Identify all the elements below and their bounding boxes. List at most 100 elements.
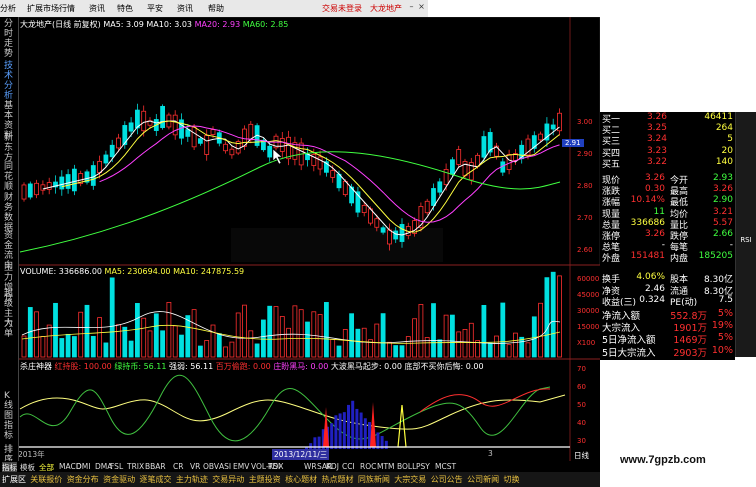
flow-percent: 5%: [717, 308, 733, 319]
axis-tick-label: 45000: [577, 291, 599, 299]
indicator-tab[interactable]: DMI: [76, 462, 90, 471]
quote-row: 总笔 - 每笔 -: [600, 240, 735, 253]
indicator-bar: [359, 412, 363, 449]
sidebar-item-compare[interactable]: 同花顺: [4, 162, 15, 192]
volume-bar: [34, 311, 39, 358]
indicator-tab[interactable]: TRIX: [127, 462, 144, 471]
volume-bar: [97, 317, 102, 358]
order-book-row[interactable]: 买一 3.26 46411: [600, 112, 735, 125]
menu-item-platform[interactable]: 平安: [147, 3, 163, 14]
volume-bar: [229, 341, 235, 358]
volume-bar: [500, 302, 506, 358]
indicator-tab[interactable]: 模板: [20, 462, 35, 472]
date-tick: 3: [488, 449, 493, 458]
indicator-tab[interactable]: MTM: [377, 462, 395, 471]
order-book-row[interactable]: 买五 3.22 140: [600, 156, 735, 170]
sidebar-item-timeshare[interactable]: 分时走势: [4, 19, 15, 59]
axis-tick-label: 2.80: [577, 182, 593, 190]
bottom-tab[interactable]: 大宗交易: [394, 474, 426, 485]
quote-label: 收益(三): [602, 298, 637, 308]
volume-bar: [40, 336, 46, 358]
indicator-tab[interactable]: 全部: [39, 462, 54, 472]
volume-bar: [323, 302, 329, 358]
close-icon[interactable]: ×: [417, 2, 426, 11]
period-label[interactable]: 日线: [574, 450, 589, 461]
volume-bar: [557, 275, 562, 358]
candle-body: [223, 143, 229, 152]
axis-tick-label: 50: [577, 401, 586, 409]
bottom-tab[interactable]: 热点题材: [322, 474, 354, 485]
bottom-tab[interactable]: 公司公告: [431, 474, 463, 485]
chart-canvas[interactable]: 3.00 2.90 2.80 2.70 2.60 60000 45000 30000 15000…: [0, 17, 600, 462]
indicator-tab[interactable]: BBAR: [145, 462, 166, 471]
order-book-row[interactable]: 买二 3.25 264: [600, 123, 735, 136]
volume-bar: [355, 328, 361, 358]
menu-item-news[interactable]: 资讯: [177, 3, 193, 14]
volume-bar: [544, 277, 550, 358]
menu-item-help[interactable]: 帮助: [208, 3, 224, 14]
indicator-tab[interactable]: FSL: [110, 462, 123, 471]
sidebar-item-top[interactable]: 大单: [4, 319, 15, 339]
capital-flow-row: 大宗流入 1901万 19%: [600, 320, 735, 334]
volume-bar: [160, 330, 166, 358]
indicator-tab[interactable]: PSY: [416, 462, 430, 471]
bottom-tab[interactable]: 资金驱动: [103, 474, 135, 485]
indicator-tab[interactable]: BOLL: [397, 462, 416, 471]
sidebar-item-kline[interactable]: K线图: [4, 391, 15, 421]
order-book-row[interactable]: 买四 3.23 20: [600, 145, 735, 159]
bottom-tab[interactable]: 同族新闻: [358, 474, 390, 485]
order-book-row[interactable]: 买三 3.24 5: [600, 134, 735, 147]
order-volume: 140: [715, 156, 733, 167]
indicator-tab[interactable]: VR: [190, 462, 200, 471]
bottom-tab[interactable]: 核心题材: [285, 474, 317, 485]
candle-body: [330, 170, 336, 178]
order-price: 3.23: [646, 145, 667, 156]
login-status[interactable]: 交易未登录: [322, 3, 362, 14]
bottom-tab[interactable]: 主题投资: [249, 474, 281, 485]
rsi-label[interactable]: RSI: [739, 236, 753, 244]
menu-item-tools[interactable]: 资讯: [89, 3, 105, 14]
volume-bar: [109, 277, 115, 358]
indicator-bar: [342, 412, 346, 449]
candle-body: [27, 183, 33, 198]
indicator-tab[interactable]: CCI: [342, 462, 355, 471]
bottom-tab[interactable]: 公司新闻: [467, 474, 499, 485]
sidebar-item-set[interactable]: 指标: [4, 421, 15, 441]
indicator-tab[interactable]: RSI: [268, 462, 280, 471]
indicator-tab[interactable]: 指标: [2, 462, 17, 472]
indicator-tab[interactable]: WR: [304, 462, 317, 471]
minimize-icon[interactable]: –: [407, 2, 416, 11]
indicator-tab[interactable]: ROC: [360, 462, 376, 471]
indicator-tab[interactable]: CR: [173, 462, 183, 471]
bottom-tab[interactable]: 关联报价: [30, 474, 62, 485]
right-scroll-strip[interactable]: RSI: [735, 112, 756, 357]
bottom-tab[interactable]: 扩展区: [2, 474, 26, 485]
sidebar-item-news[interactable]: 新东方: [4, 133, 15, 163]
indicator-red-line: [419, 388, 551, 413]
sidebar-item-technical[interactable]: 技术分析: [4, 61, 15, 101]
volume-bar: [53, 302, 58, 358]
bottom-tab[interactable]: 交易异动: [212, 474, 244, 485]
candle-body: [160, 105, 166, 129]
bottom-tab[interactable]: 主力轨迹: [176, 474, 208, 485]
indicator-bar: [384, 440, 388, 449]
sidebar-item-finance[interactable]: 财务数据: [4, 193, 15, 233]
indicator-tab[interactable]: ASI: [219, 462, 231, 471]
indicator-tab[interactable]: KDJ: [326, 462, 339, 471]
volume-bar: [374, 323, 380, 358]
indicator-bar: [355, 408, 359, 449]
candle-body: [538, 133, 543, 141]
menu-item-market[interactable]: 扩展市场行情: [27, 3, 75, 14]
candle-body: [456, 149, 462, 165]
indicator-tab[interactable]: OBV: [203, 462, 219, 471]
volume-bar: [386, 341, 392, 358]
indicator-tab[interactable]: MCST: [435, 462, 456, 471]
bottom-tab[interactable]: 逐笔成交: [140, 474, 172, 485]
indicator-tab[interactable]: EMV: [233, 462, 249, 471]
menu-item-analysis[interactable]: 分析: [0, 3, 16, 14]
bottom-tab[interactable]: 资金分布: [67, 474, 99, 485]
menu-item-features[interactable]: 特色: [117, 3, 133, 14]
bottom-tab[interactable]: 切换: [504, 474, 520, 485]
quote-row: 现量 11 均价 3.21: [600, 207, 735, 220]
volume-bar: [506, 344, 512, 358]
